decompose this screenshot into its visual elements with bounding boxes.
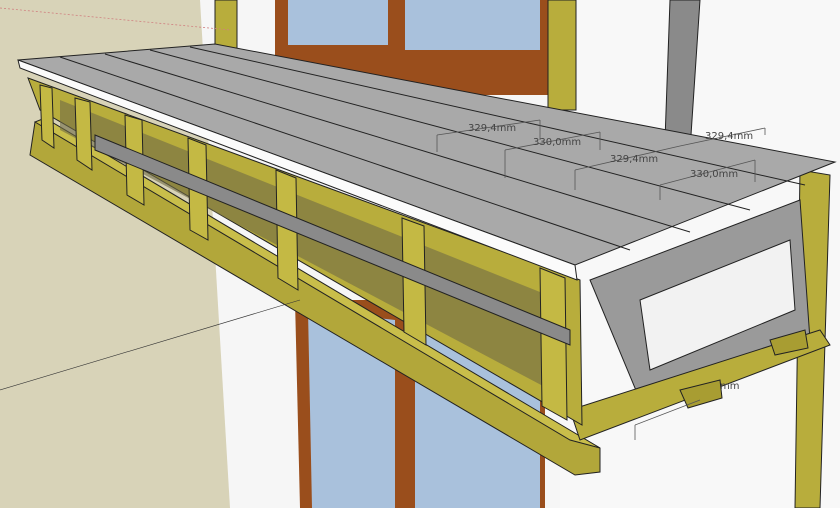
dimension-label-2: 330,0mm	[533, 137, 581, 148]
sketchup-viewport[interactable]: 329,4mm 330,0mm 329,4mm 330,0mm 329,4mm …	[0, 0, 840, 508]
dimension-label-1: 329,4mm	[468, 123, 516, 134]
dimension-label-5: 329,4mm	[705, 131, 753, 142]
upper-window-glass-right	[405, 0, 540, 50]
upper-window-glass-left	[288, 0, 388, 45]
dimension-label-6: mm	[720, 381, 739, 392]
dimension-label-4: 330,0mm	[690, 169, 738, 180]
wood-post-mid	[547, 0, 577, 111]
dimension-label-3: 329,4mm	[610, 154, 658, 165]
